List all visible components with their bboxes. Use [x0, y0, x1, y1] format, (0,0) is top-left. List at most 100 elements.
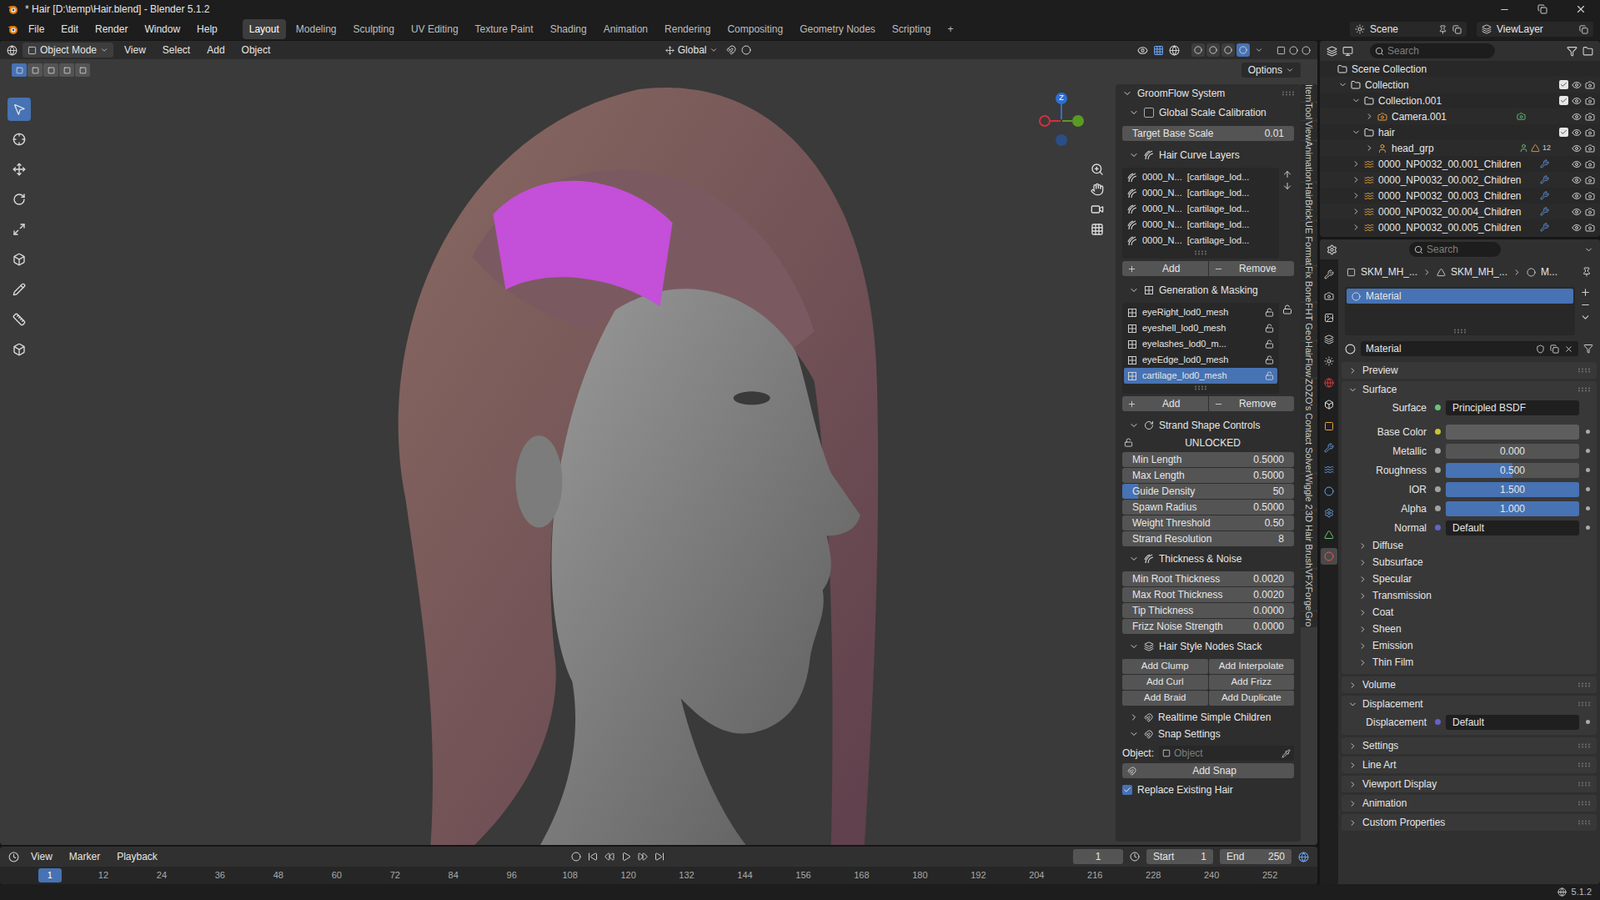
add-button[interactable]: Add: [1122, 396, 1209, 412]
chevron-down-icon[interactable]: [1128, 420, 1139, 431]
socket-dot[interactable]: [1434, 505, 1441, 512]
jump-end-icon[interactable]: [654, 851, 665, 862]
number-field[interactable]: Max Length0.5000: [1122, 467, 1295, 483]
eye-icon[interactable]: [1571, 95, 1582, 106]
chevron-right-icon[interactable]: [1348, 741, 1358, 751]
properties-tab[interactable]: [1320, 287, 1338, 305]
search-field[interactable]: Search: [1409, 241, 1501, 257]
chevron-right-icon[interactable]: [1358, 557, 1368, 567]
chevron-down-icon[interactable]: [1128, 150, 1139, 161]
panel-header[interactable]: Sheen: [1341, 620, 1597, 637]
shading-mode-button[interactable]: [1236, 43, 1250, 57]
chevron-right-icon[interactable]: [1358, 541, 1368, 551]
layer-list-item[interactable]: 0000_N...[cartilage_lod...: [1123, 200, 1278, 217]
layer-list-item[interactable]: 0000_N...[cartilage_lod...: [1123, 216, 1278, 233]
chevron-right-icon[interactable]: [1358, 591, 1368, 601]
sidebar-tab[interactable]: Animation: [1300, 140, 1318, 182]
chevron-right-icon[interactable]: [1348, 817, 1358, 828]
unlock-icon[interactable]: [1123, 437, 1134, 447]
properties-tab[interactable]: [1320, 396, 1338, 413]
options-icon[interactable]: [1584, 245, 1594, 255]
sidebar-tab[interactable]: 3D Hair Brush: [1300, 510, 1318, 568]
play-icon[interactable]: [621, 851, 632, 862]
proportional-icon[interactable]: [741, 45, 752, 56]
fake-user-icon[interactable]: [1535, 344, 1545, 354]
eye-icon[interactable]: [1571, 127, 1582, 138]
number-field[interactable]: Strand Resolution8: [1122, 531, 1295, 547]
timeline-menu[interactable]: Marker: [64, 848, 106, 864]
chevron-down-icon[interactable]: [1122, 88, 1133, 99]
mask-list-item[interactable]: eyelashes_lod0_m...: [1123, 336, 1278, 352]
chevron-right-icon[interactable]: [1351, 222, 1361, 232]
render-icon[interactable]: [1584, 111, 1595, 122]
unlock-icon[interactable]: [1264, 307, 1274, 317]
section-header[interactable]: Thickness & Noise: [1118, 549, 1298, 568]
keyframe-dot[interactable]: [1585, 486, 1590, 492]
remove-button[interactable]: Remove: [1208, 260, 1295, 276]
slot-menu-icon[interactable]: [1579, 311, 1591, 323]
sidebar-tab[interactable]: FHT Geo: [1300, 302, 1318, 341]
chevron-down-icon[interactable]: [1128, 641, 1139, 652]
menu-item[interactable]: File: [21, 21, 51, 37]
tool-button[interactable]: [7, 97, 31, 121]
sidebar-tab[interactable]: HairBrick: [1300, 182, 1318, 221]
snap-icon[interactable]: [726, 45, 737, 56]
object-field[interactable]: Object: [1158, 745, 1295, 761]
workspace-tab[interactable]: Layout: [242, 19, 286, 40]
shading-mode-button[interactable]: [1221, 43, 1235, 57]
tool-button[interactable]: [7, 127, 31, 151]
eye-icon[interactable]: [1571, 111, 1582, 122]
camera-view-icon[interactable]: [1090, 202, 1104, 216]
panel-header[interactable]: Viewport Display: [1341, 775, 1597, 793]
options-button[interactable]: Options: [1241, 62, 1301, 78]
menu-item[interactable]: Render: [88, 21, 135, 37]
filter-icon[interactable]: [1566, 45, 1578, 57]
render-icon[interactable]: [1584, 206, 1595, 217]
socket-dot[interactable]: [1434, 524, 1441, 531]
toggle-icon[interactable]: [1276, 45, 1286, 56]
remove-button[interactable]: Remove: [1208, 396, 1295, 412]
render-icon[interactable]: [1584, 95, 1595, 106]
menu-item[interactable]: Window: [137, 21, 187, 37]
node-button[interactable]: Add Duplicate: [1208, 690, 1295, 706]
grip-icon[interactable]: [1578, 781, 1590, 787]
workspace-tab[interactable]: Texture Paint: [468, 19, 541, 40]
pin-icon[interactable]: [1581, 266, 1592, 277]
chevron-right-icon[interactable]: [1364, 111, 1375, 121]
maximize-button[interactable]: [1523, 4, 1562, 15]
color-swatch[interactable]: [1445, 424, 1580, 440]
browse-material-icon[interactable]: [1344, 343, 1356, 355]
render-icon[interactable]: [1584, 159, 1595, 170]
chevron-right-icon[interactable]: [1348, 779, 1358, 789]
grip-icon[interactable]: [1578, 819, 1590, 825]
sidebar-tab[interactable]: Gro: [1300, 611, 1318, 627]
eye-icon[interactable]: [1571, 159, 1582, 170]
slider-field[interactable]: 1.500: [1445, 481, 1580, 497]
chevron-down-icon[interactable]: [1338, 80, 1348, 90]
eye-icon[interactable]: [1571, 190, 1582, 201]
slider-field[interactable]: 1.000: [1445, 501, 1580, 517]
panel-header[interactable]: Emission: [1341, 636, 1597, 654]
properties-tab[interactable]: [1320, 265, 1338, 283]
chevron-right-icon[interactable]: [1364, 143, 1375, 153]
mask-list-item[interactable]: eyeshell_lod0_mesh: [1123, 320, 1278, 337]
render-icon[interactable]: [1584, 175, 1595, 186]
outliner-row[interactable]: Collection: [1319, 76, 1600, 93]
chevron-right-icon[interactable]: [1358, 657, 1368, 668]
toggle-icon[interactable]: [1289, 45, 1299, 56]
chevron-right-icon[interactable]: [1348, 366, 1358, 376]
eye-icon[interactable]: [1571, 80, 1582, 91]
properties-tab[interactable]: [1320, 352, 1338, 370]
properties-tab[interactable]: [1320, 309, 1338, 327]
render-icon[interactable]: [1584, 222, 1595, 233]
outliner-row[interactable]: 0000_NP0032_00.002_Children: [1319, 171, 1600, 188]
chevron-down-icon[interactable]: [1128, 553, 1139, 564]
link-type-icon[interactable]: [1583, 343, 1594, 354]
grip-icon[interactable]: [1578, 762, 1590, 768]
keyframe-dot[interactable]: [1585, 448, 1590, 453]
duplicate-icon[interactable]: [1549, 344, 1560, 354]
panel-header[interactable]: Displacement: [1341, 695, 1597, 713]
chevron-down-icon[interactable]: [1348, 385, 1358, 395]
properties-tab[interactable]: [1320, 439, 1338, 457]
number-field[interactable]: Max Root Thickness0.0020: [1122, 586, 1295, 602]
